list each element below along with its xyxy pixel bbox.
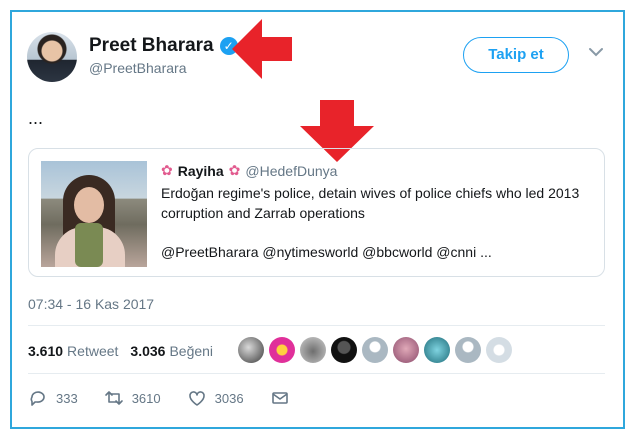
tweet-actions: 333 3610 3036 [28,388,316,408]
flower-icon: ✿ [161,162,173,178]
liker-avatar[interactable] [331,337,357,363]
liker-avatar[interactable] [486,337,512,363]
liker-avatar[interactable] [362,337,388,363]
liker-avatar[interactable] [269,337,295,363]
liker-avatar[interactable] [300,337,326,363]
chevron-down-icon[interactable] [588,46,604,58]
tweet-text: ... [28,108,44,128]
author-name-row: Preet Bharara ✓ [89,35,238,57]
tweet-timestamp[interactable]: 07:34 - 16 Kas 2017 [28,296,154,312]
liker-avatar[interactable] [238,337,264,363]
like-action[interactable]: 3036 [187,388,244,408]
retweet-count: 3.610 [28,343,64,359]
liker-avatar[interactable] [455,337,481,363]
divider [28,325,605,326]
divider [28,373,605,374]
reply-action[interactable]: 333 [28,388,78,408]
retweet-label: Retweet [67,343,119,359]
liker-avatar[interactable] [424,337,450,363]
quoted-tweet-header: ✿ Rayiha ✿ @HedefDunya [161,162,337,179]
like-action-count: 3036 [214,390,244,406]
quoted-tweet[interactable]: ✿ Rayiha ✿ @HedefDunya Erdoğan regime's … [28,148,605,277]
author-handle[interactable]: @PreetBharara [89,60,186,76]
heart-icon [188,391,205,406]
retweet-action-count: 3610 [131,390,161,406]
quoted-tweet-mentions: @PreetBharara @nytimesworld @bbcworld @c… [161,244,492,260]
retweet-stat[interactable]: 3.610 Retweet [28,343,118,359]
follow-button[interactable]: Takip et [463,37,569,73]
retweet-action[interactable]: 3610 [104,388,161,408]
annotation-arrow-left-icon [232,19,292,79]
reply-count: 333 [56,390,78,406]
engagement-stats: 3.610 Retweet 3.036 Beğeni [28,343,213,359]
author-name[interactable]: Preet Bharara [89,35,214,57]
envelope-icon [271,392,288,404]
retweet-icon [104,391,123,405]
reply-icon [30,391,45,406]
flower-icon: ✿ [228,162,241,178]
likes-label: Beğeni [169,343,214,359]
likes-count: 3.036 [130,343,166,359]
avatar[interactable] [27,32,77,82]
quoted-tweet-text: Erdoğan regime's police, detain wives of… [161,185,580,221]
message-action[interactable] [270,388,290,408]
quoted-tweet-photo[interactable] [41,161,147,267]
likers-avatars [238,337,512,363]
quoted-author-name: Rayiha [177,162,224,179]
likes-stat[interactable]: 3.036 Beğeni [130,343,213,359]
liker-avatar[interactable] [393,337,419,363]
quoted-author-handle: @HedefDunya [245,162,338,179]
